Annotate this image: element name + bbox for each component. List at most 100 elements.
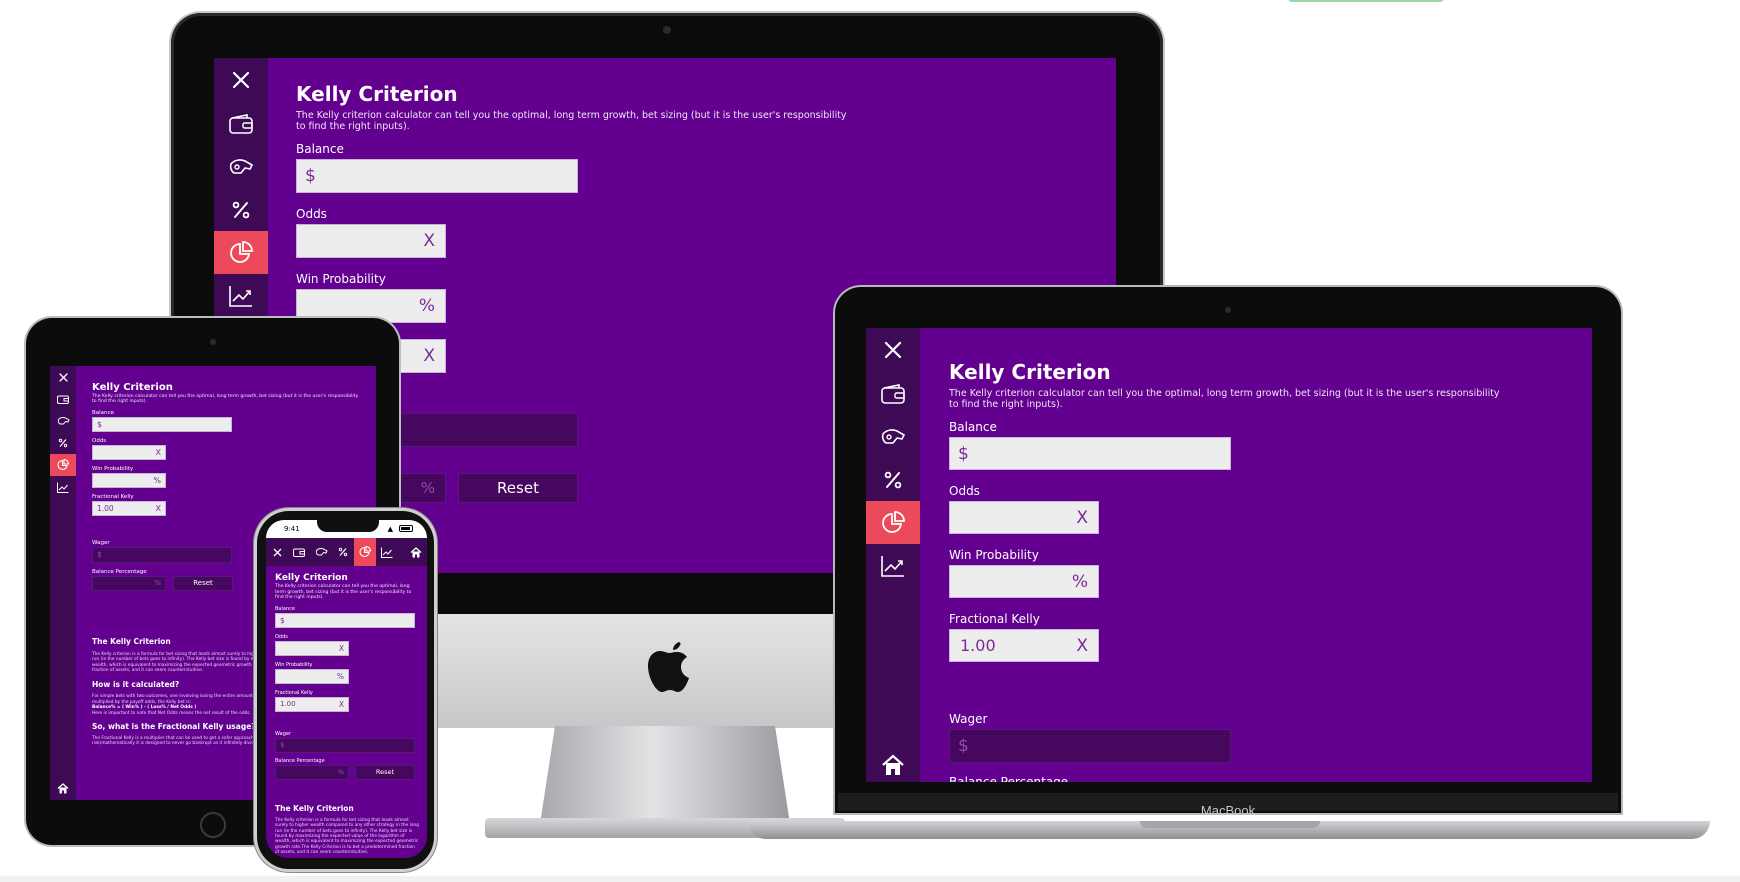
wallet-icon	[881, 383, 905, 404]
home-icon	[57, 782, 69, 793]
close-icon	[884, 341, 902, 359]
reset-button[interactable]: Reset	[173, 575, 233, 591]
tablet-home-button	[200, 812, 226, 838]
win-probability-input[interactable]: %	[92, 472, 166, 488]
tablet-camera	[210, 339, 216, 345]
floor-line	[0, 876, 1740, 882]
balance-label: Balance	[949, 420, 997, 434]
pie-chart-icon	[57, 459, 69, 471]
reset-button[interactable]: Reset	[458, 473, 578, 503]
balance-input[interactable]: $	[949, 437, 1231, 470]
apple-logo-icon	[648, 642, 689, 692]
main-content: Kelly Criterion The Kelly criterion calc…	[266, 566, 427, 858]
balance-input[interactable]: $	[275, 612, 415, 628]
sidebar	[50, 366, 76, 800]
reset-button[interactable]: Reset	[355, 764, 415, 780]
pie-chart-icon	[230, 240, 253, 263]
fractional-kelly-suffix: X	[1076, 635, 1088, 656]
balance-percentage-label: Balance Percentage	[949, 775, 1069, 782]
fractional-kelly-label: Fractional Kelly	[92, 493, 134, 500]
odds-suffix: X	[155, 447, 161, 457]
sidebar-item-growth[interactable]	[50, 476, 76, 498]
fractional-kelly-value: 1.00	[97, 503, 114, 513]
balance-input[interactable]: $	[92, 416, 232, 432]
page-description: The Kelly criterion calculator can tell …	[949, 388, 1500, 410]
nav-item-percent[interactable]	[332, 538, 354, 566]
percent-suffix: %	[153, 475, 161, 485]
status-time: 9:41	[284, 525, 300, 533]
win-probability-label: Win Probability	[949, 548, 1039, 562]
percent-suffix: %	[1071, 571, 1088, 592]
nav-item-racing[interactable]	[310, 538, 332, 566]
sidebar-item-racing[interactable]	[214, 145, 268, 188]
balance-percentage-label: Balance Percentage	[275, 757, 325, 764]
sidebar-home-button[interactable]	[866, 748, 920, 782]
win-probability-input[interactable]: %	[275, 668, 349, 684]
phone-notch	[317, 517, 379, 532]
sidebar-close-button[interactable]	[866, 328, 920, 372]
sidebar-item-percent[interactable]	[866, 458, 920, 501]
odds-input[interactable]: X	[275, 640, 349, 656]
sidebar-close-button[interactable]	[50, 366, 76, 388]
home-icon	[882, 754, 904, 775]
sidebar-item-kelly[interactable]	[214, 231, 268, 274]
odds-input[interactable]: X	[949, 501, 1099, 534]
sidebar-item-racing[interactable]	[50, 410, 76, 432]
odds-suffix: X	[338, 643, 344, 653]
win-probability-label: Win Probability	[275, 661, 313, 668]
trend-chart-icon	[57, 482, 69, 493]
trend-chart-icon	[881, 555, 904, 577]
percent-suffix: %	[418, 296, 435, 316]
sidebar-item-wallet[interactable]	[50, 388, 76, 410]
header-pill	[1288, 0, 1444, 2]
nav-item-kelly[interactable]	[354, 538, 376, 566]
balance-label: Balance	[275, 605, 295, 612]
sidebar-item-wallet[interactable]	[214, 102, 268, 145]
article-heading: The Kelly Criterion	[275, 803, 354, 813]
sidebar-item-racing[interactable]	[866, 415, 920, 458]
sidebar-item-kelly[interactable]	[50, 454, 76, 476]
horse-head-icon	[229, 158, 254, 174]
article-paragraph: The Kelly criterion is a formula for bet…	[275, 817, 419, 856]
sidebar-home-button[interactable]	[50, 778, 76, 798]
fractional-kelly-input[interactable]: 1.00 X	[92, 500, 166, 516]
sidebar-item-kelly[interactable]	[866, 501, 920, 544]
fractional-kelly-suffix: X	[423, 346, 435, 366]
balance-label: Balance	[296, 142, 344, 156]
balance-label: Balance	[92, 409, 114, 416]
wifi-icon: ▲	[387, 525, 393, 533]
win-probability-input[interactable]: %	[949, 565, 1099, 598]
laptop-screen-app: Kelly Criterion The Kelly criterion calc…	[866, 328, 1592, 782]
sidebar-item-percent[interactable]	[50, 432, 76, 454]
kelly-article: The Kelly Criterion The Kelly criterion …	[275, 804, 427, 856]
fractional-kelly-input[interactable]: 1.00 X	[949, 629, 1099, 662]
sidebar-item-growth[interactable]	[866, 544, 920, 587]
balance-input[interactable]: $	[296, 159, 578, 193]
device-mockup-scene: Kelly Criterion The Kelly criterion calc…	[0, 0, 1740, 882]
laptop-notch	[1140, 821, 1320, 828]
fractional-kelly-label: Fractional Kelly	[275, 689, 313, 696]
sidebar-item-growth[interactable]	[214, 274, 268, 317]
fractional-kelly-input[interactable]: 1.00 X	[275, 696, 349, 712]
nav-home-button[interactable]	[405, 538, 427, 566]
battery-icon	[399, 525, 413, 532]
nav-item-wallet[interactable]	[288, 538, 310, 566]
odds-input[interactable]: X	[92, 444, 166, 460]
nav-item-growth[interactable]	[376, 538, 398, 566]
wager-prefix: $	[97, 550, 103, 560]
home-icon	[410, 546, 422, 557]
odds-label: Odds	[275, 633, 288, 640]
horse-head-icon	[57, 417, 70, 425]
sidebar-item-percent[interactable]	[214, 188, 268, 231]
nav-close-button[interactable]	[266, 538, 288, 566]
trend-chart-icon	[381, 547, 393, 558]
balance-percentage-suffix: %	[420, 479, 435, 497]
page-title: Kelly Criterion	[949, 360, 1111, 384]
main-content: Kelly Criterion The Kelly criterion calc…	[920, 328, 1592, 782]
percent-icon	[338, 547, 348, 557]
odds-input[interactable]: X	[296, 224, 446, 258]
sidebar-item-wallet[interactable]	[866, 372, 920, 415]
page-description: The Kelly criterion calculator can tell …	[275, 584, 412, 601]
sidebar-close-button[interactable]	[214, 58, 268, 102]
wallet-icon	[57, 395, 69, 404]
